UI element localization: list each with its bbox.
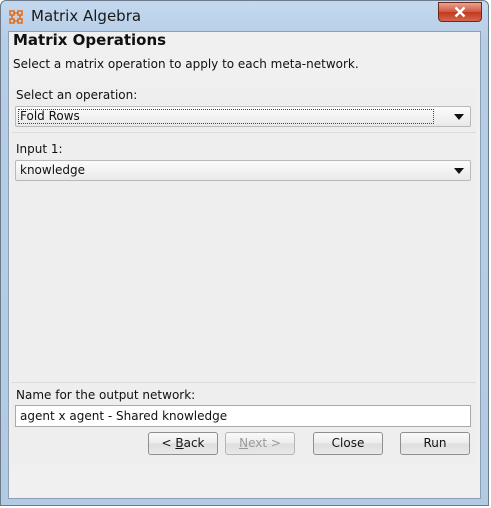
output-name-input[interactable] xyxy=(15,405,471,427)
next-button-label: ext > xyxy=(248,436,281,450)
next-button-mnemonic: N xyxy=(239,436,249,450)
page-description: Select a matrix operation to apply to ea… xyxy=(13,57,359,71)
operation-label: Select an operation: xyxy=(16,88,138,102)
back-button-mnemonic: B xyxy=(175,436,184,450)
input1-dropdown[interactable]: knowledge xyxy=(15,160,471,181)
operation-panel: Select an operation: Fold Rows Input 1: … xyxy=(11,87,476,465)
title-bar[interactable]: Matrix Algebra xyxy=(1,1,488,31)
close-window-button[interactable] xyxy=(438,2,482,22)
back-button[interactable]: < Back xyxy=(148,432,218,455)
chevron-down-icon xyxy=(454,114,464,120)
close-x-icon xyxy=(454,6,466,18)
input1-selected-value: knowledge xyxy=(20,163,86,177)
run-button[interactable]: Run xyxy=(400,432,470,455)
page-title: Matrix Operations xyxy=(13,31,167,49)
input1-label: Input 1: xyxy=(16,142,63,156)
close-button[interactable]: Close xyxy=(313,432,383,455)
operation-selected-value: Fold Rows xyxy=(20,109,80,123)
back-button-prefix: < xyxy=(161,436,176,450)
matrix-algebra-window: Matrix Algebra Matrix Operations Select … xyxy=(0,0,489,506)
output-name-label: Name for the output network: xyxy=(16,388,196,402)
next-button[interactable]: Next > xyxy=(225,432,295,455)
operation-dropdown[interactable]: Fold Rows xyxy=(15,106,471,127)
grid-network-icon xyxy=(9,9,23,24)
section-divider xyxy=(11,382,476,383)
section-divider xyxy=(11,132,476,133)
chevron-down-icon xyxy=(454,168,464,174)
back-button-label: ack xyxy=(183,436,205,450)
window-title: Matrix Algebra xyxy=(31,7,142,25)
focus-indicator xyxy=(18,109,434,124)
